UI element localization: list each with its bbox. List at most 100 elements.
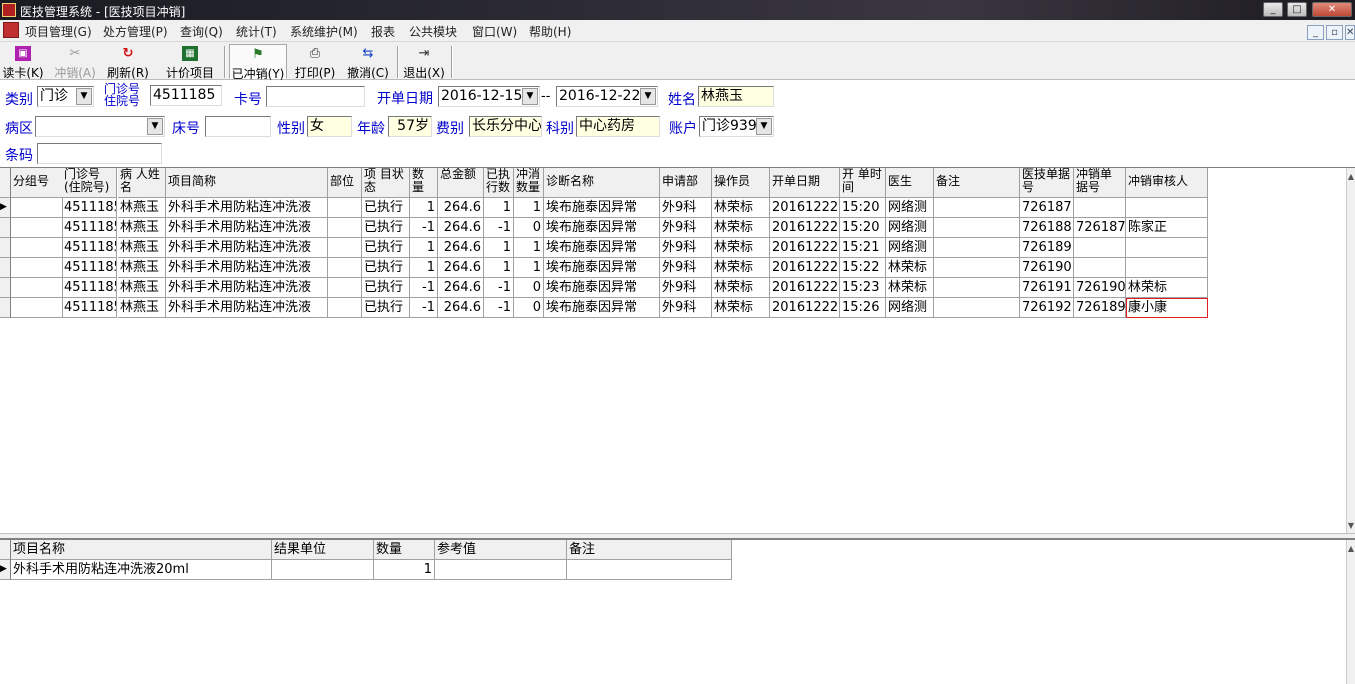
table-cell-total-amount[interactable]: 264.6: [438, 218, 484, 238]
table-cell-executed-count[interactable]: -1: [484, 298, 514, 318]
table-cell-outpatient-no[interactable]: 4511185: [62, 258, 117, 278]
column-header-group[interactable]: 分组号: [11, 168, 63, 198]
column-header-doctor[interactable]: 医生: [886, 168, 934, 198]
table-cell-patient-name[interactable]: 林燕玉: [118, 298, 166, 318]
table-cell-executed-count[interactable]: -1: [484, 218, 514, 238]
table-cell-diagnosis[interactable]: 埃布施泰因异常: [544, 198, 660, 218]
category-select[interactable]: 门诊 ▼: [37, 86, 94, 107]
barcode-field[interactable]: [37, 143, 162, 164]
table-cell-item-status[interactable]: 已执行: [362, 278, 410, 298]
write-off-button[interactable]: ✂ 冲销(A): [53, 44, 97, 80]
minimize-button[interactable]: _: [1263, 2, 1283, 17]
menu-item-window[interactable]: 窗口(W): [472, 23, 517, 40]
table-cell-remark[interactable]: [934, 278, 1020, 298]
table-cell-executed-count[interactable]: 1: [484, 238, 514, 258]
table-cell-writeoff-bill-no[interactable]: 726189: [1074, 298, 1126, 318]
table-cell-patient-name[interactable]: 林燕玉: [118, 198, 166, 218]
scroll-up-icon[interactable]: ▲: [1347, 168, 1355, 185]
table-cell-remark[interactable]: [567, 560, 732, 580]
table-cell-order-time[interactable]: 15:21: [840, 238, 886, 258]
table-cell-total-amount[interactable]: 264.6: [438, 198, 484, 218]
column-header-tech-bill-no[interactable]: 医技单据号: [1020, 168, 1074, 198]
table-cell-remark[interactable]: [934, 238, 1020, 258]
table-cell-order-date[interactable]: 20161222: [770, 258, 840, 278]
mdi-restore-icon[interactable]: ▫: [1326, 25, 1343, 40]
table-cell-writeoff-auditor[interactable]: [1126, 238, 1208, 258]
table-cell-doctor[interactable]: 网络测: [886, 198, 934, 218]
table-cell-order-time[interactable]: 15:23: [840, 278, 886, 298]
bed-field[interactable]: [205, 116, 271, 137]
column-header-operator[interactable]: 操作员: [712, 168, 770, 198]
table-cell-order-date[interactable]: 20161222: [770, 218, 840, 238]
row-indicator[interactable]: [0, 238, 11, 258]
table-cell-writeoff-auditor[interactable]: [1126, 258, 1208, 278]
charge-records-table[interactable]: 分组号 门诊号(住院号) 病 人姓 名项目简称 部位项 目状 态数量 总金额 已执行数 冲消…: [0, 167, 1355, 534]
table-cell-body-part[interactable]: [328, 278, 362, 298]
table-cell-body-part[interactable]: [328, 238, 362, 258]
column-header-reference-value[interactable]: 参考值: [435, 540, 567, 560]
vertical-scrollbar[interactable]: ▲: [1346, 540, 1355, 684]
table-cell-reference-value[interactable]: [435, 560, 567, 580]
table-cell-body-part[interactable]: [328, 198, 362, 218]
table-cell-body-part[interactable]: [328, 258, 362, 278]
table-cell-operator[interactable]: 林荣标: [712, 218, 770, 238]
table-cell-order-date[interactable]: 20161222: [770, 298, 840, 318]
print-button[interactable]: ⎙ 打印(P): [293, 44, 337, 80]
table-cell-diagnosis[interactable]: 埃布施泰因异常: [544, 298, 660, 318]
vertical-scrollbar[interactable]: ▲ ▼: [1346, 168, 1355, 534]
table-cell-group[interactable]: [11, 278, 63, 298]
table-cell-order-date[interactable]: 20161222: [770, 278, 840, 298]
table-cell-diagnosis[interactable]: 埃布施泰因异常: [544, 258, 660, 278]
menu-item-system[interactable]: 系统维护(M): [290, 23, 358, 40]
column-header-outpatient-no[interactable]: 门诊号(住院号): [62, 168, 117, 198]
maximize-button[interactable]: □: [1287, 2, 1307, 17]
table-cell-operator[interactable]: 林荣标: [712, 298, 770, 318]
chevron-down-icon[interactable]: ▼: [640, 88, 656, 105]
table-cell-writeoff-count[interactable]: 0: [514, 298, 544, 318]
column-header-body-part[interactable]: 部位: [328, 168, 362, 198]
table-cell-item-name[interactable]: 外科手术用防粘连冲洗液20ml: [11, 560, 272, 580]
table-cell-quantity[interactable]: -1: [410, 298, 438, 318]
table-cell-remark[interactable]: [934, 218, 1020, 238]
table-cell-group[interactable]: [11, 298, 63, 318]
scroll-down-icon[interactable]: ▼: [1347, 517, 1355, 534]
table-cell-item-name[interactable]: 外科手术用防粘连冲洗液: [166, 278, 328, 298]
table-cell-writeoff-bill-no[interactable]: [1074, 258, 1126, 278]
table-cell-item-status[interactable]: 已执行: [362, 218, 410, 238]
menu-item-project[interactable]: 项目管理(G): [25, 23, 92, 40]
table-cell-item-status[interactable]: 已执行: [362, 198, 410, 218]
pricing-button[interactable]: ▦ 计价项目: [163, 44, 217, 80]
table-cell-doctor[interactable]: 网络测: [886, 238, 934, 258]
table-cell-patient-name[interactable]: 林燕玉: [118, 218, 166, 238]
date-from-picker[interactable]: 2016-12-15 ▼: [438, 86, 540, 107]
column-header-order-time[interactable]: 开 单时 间: [840, 168, 886, 198]
table-cell-remark[interactable]: [934, 198, 1020, 218]
scroll-up-icon[interactable]: ▲: [1347, 540, 1355, 557]
table-cell-executed-count[interactable]: -1: [484, 278, 514, 298]
column-header-item-name[interactable]: 项目名称: [11, 540, 272, 560]
row-indicator[interactable]: ▶: [0, 560, 11, 580]
row-indicator[interactable]: ▶: [0, 198, 11, 218]
table-cell-outpatient-no[interactable]: 4511185: [62, 298, 117, 318]
table-cell-writeoff-count[interactable]: 1: [514, 238, 544, 258]
table-cell-diagnosis[interactable]: 埃布施泰因异常: [544, 278, 660, 298]
table-cell-operator[interactable]: 林荣标: [712, 278, 770, 298]
table-cell-operator[interactable]: 林荣标: [712, 238, 770, 258]
column-header-patient-name[interactable]: 病 人姓 名: [118, 168, 166, 198]
written-off-button[interactable]: ⚑ 已冲销(Y): [229, 44, 287, 81]
table-cell-item-name[interactable]: 外科手术用防粘连冲洗液: [166, 258, 328, 278]
column-header-executed-count[interactable]: 已执行数: [484, 168, 514, 198]
table-cell-group[interactable]: [11, 258, 63, 278]
table-cell-tech-bill-no[interactable]: 726188: [1020, 218, 1074, 238]
table-cell-body-part[interactable]: [328, 298, 362, 318]
chevron-down-icon[interactable]: ▼: [147, 118, 163, 135]
table-cell-writeoff-bill-no[interactable]: 726187: [1074, 218, 1126, 238]
menu-item-query[interactable]: 查询(Q): [180, 23, 223, 40]
table-cell-total-amount[interactable]: 264.6: [438, 298, 484, 318]
table-cell-order-time[interactable]: 15:22: [840, 258, 886, 278]
table-cell-order-time[interactable]: 15:20: [840, 198, 886, 218]
table-cell-order-date[interactable]: 20161222: [770, 238, 840, 258]
table-cell-body-part[interactable]: [328, 218, 362, 238]
menu-item-report[interactable]: 报表: [371, 23, 395, 40]
table-cell-item-status[interactable]: 已执行: [362, 258, 410, 278]
